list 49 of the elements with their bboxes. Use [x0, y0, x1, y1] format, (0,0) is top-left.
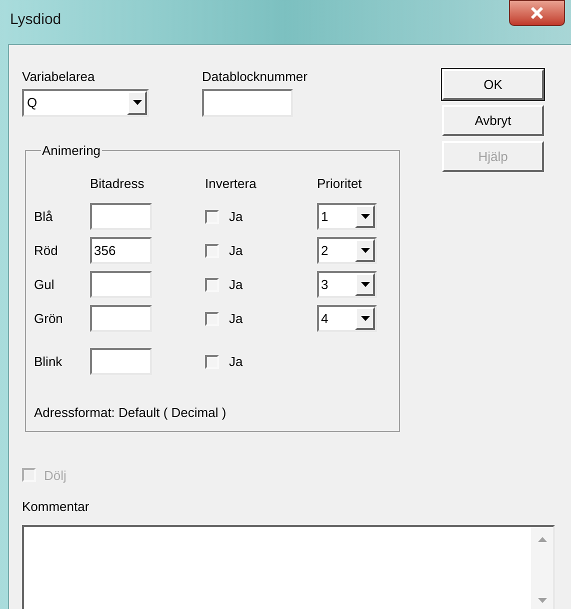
dropdown[interactable]: 2 [317, 237, 377, 264]
address-format-text: Adressformat: Default ( Decimal ) [34, 404, 226, 422]
input-field[interactable] [202, 88, 293, 116]
comment-textarea[interactable] [22, 524, 555, 609]
input-field[interactable]: 356 [90, 237, 152, 264]
scrollbar[interactable] [531, 526, 553, 609]
window-title: Lysdiod [10, 10, 62, 30]
scroll-down-icon [538, 598, 546, 602]
checkbox[interactable] [205, 354, 219, 368]
input-field[interactable] [90, 271, 152, 298]
checkbox-label: Ja [229, 310, 243, 328]
row-label: Gul [34, 276, 54, 294]
dropdown[interactable]: 3 [317, 271, 377, 298]
field-label: Variabelarea [22, 68, 96, 86]
close-icon [530, 7, 544, 19]
checkbox-label: Ja [229, 352, 243, 371]
field-label: Kommentar [22, 498, 90, 516]
dropdown[interactable]: 4 [317, 305, 377, 332]
checkbox[interactable] [205, 210, 219, 224]
input-field[interactable] [90, 305, 152, 332]
row-label: Blink [34, 352, 62, 371]
checkbox[interactable] [205, 278, 219, 292]
checkbox[interactable] [205, 312, 219, 326]
field-label: Datablocknummer [202, 68, 308, 86]
group-title: Animering [41, 142, 102, 160]
dropdown[interactable]: Q [22, 88, 149, 116]
row-label: Röd [34, 242, 58, 260]
column-header: Bitadress [90, 175, 144, 193]
checkbox-label: Ja [229, 208, 243, 226]
caret-icon [360, 316, 370, 321]
close-button[interactable] [509, 0, 565, 26]
checkbox-label: Ja [229, 276, 243, 294]
scroll-up-icon [538, 536, 546, 542]
caret-icon [360, 248, 370, 253]
caret-icon [360, 282, 370, 287]
checkbox-label: Dölj [44, 466, 66, 485]
row-label: Blå [34, 208, 53, 226]
checkbox-label: Ja [229, 242, 243, 260]
input-field[interactable] [90, 203, 152, 230]
dialog-button[interactable]: Avbryt [442, 105, 544, 136]
input-field[interactable] [90, 348, 152, 375]
dialog-button[interactable]: OK [442, 69, 544, 100]
dropdown[interactable]: 1 [317, 203, 377, 230]
column-header: Prioritet [317, 175, 362, 193]
caret-icon [132, 100, 142, 105]
column-header: Invertera [205, 175, 256, 193]
row-label: Grön [34, 310, 63, 328]
caret-icon [360, 214, 370, 219]
checkbox[interactable] [205, 244, 219, 258]
